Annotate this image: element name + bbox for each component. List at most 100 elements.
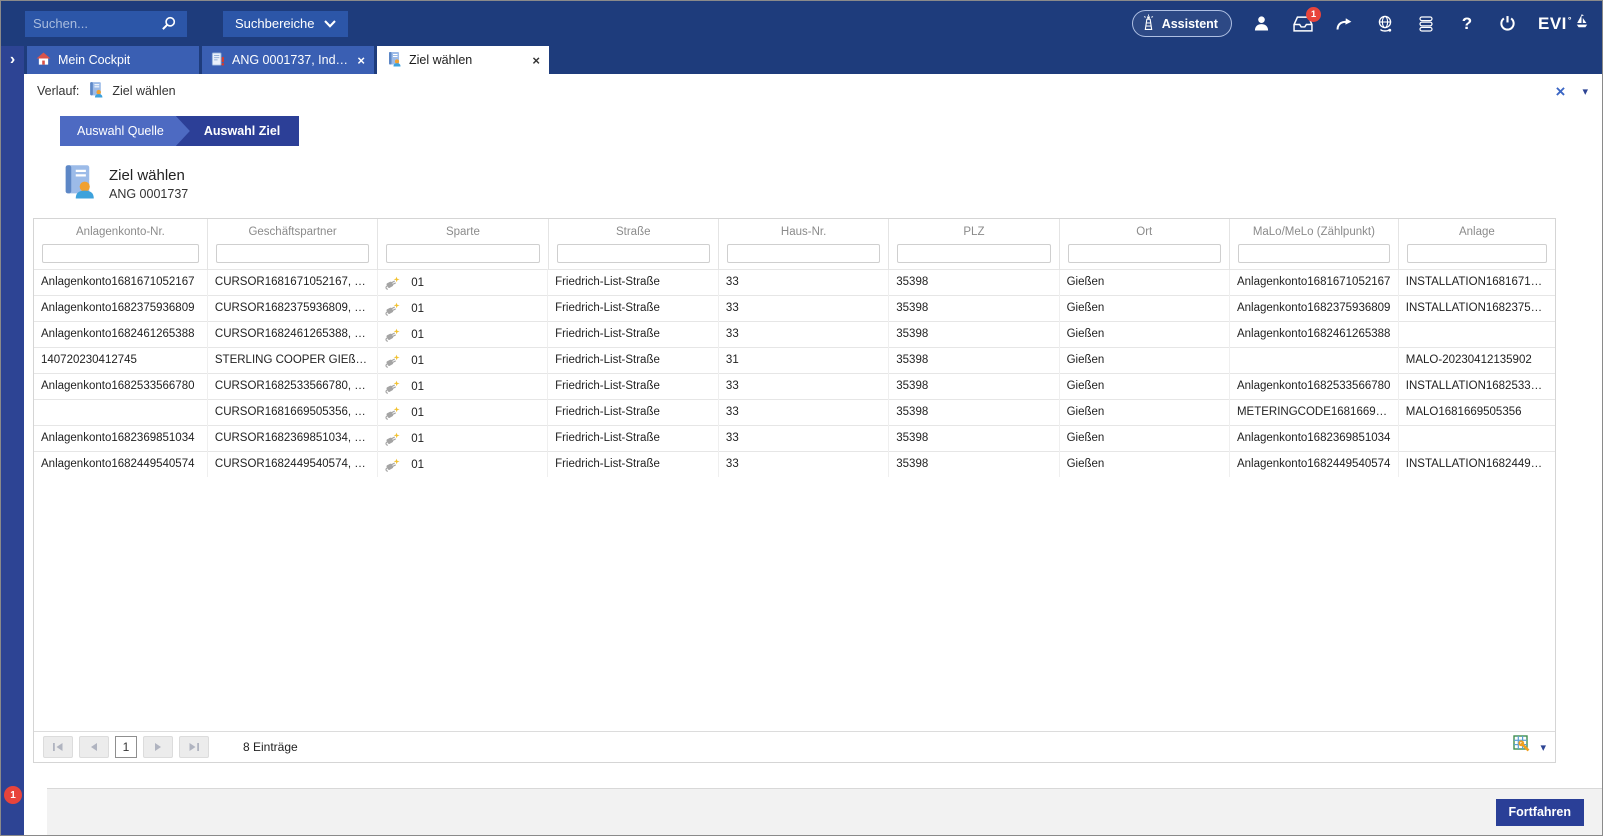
tab-bar: › Mein Cockpit ANG 0001737, Indivi... × xyxy=(1,46,1602,74)
column-header-3[interactable]: Sparte xyxy=(378,219,548,242)
table-body: Anlagenkonto1681671052167CURSOR168167105… xyxy=(34,269,1555,477)
table-cell: CURSOR1682449540574, SOFIE xyxy=(207,451,377,477)
tab-mein-cockpit[interactable]: Mein Cockpit xyxy=(27,46,199,74)
inbox-button[interactable]: 1 xyxy=(1292,13,1314,35)
table-row[interactable]: Anlagenkonto1681671052167CURSOR168167105… xyxy=(34,269,1555,295)
table-cell: Anlagenkonto1682533566780 xyxy=(1229,373,1398,399)
column-header-6[interactable]: PLZ xyxy=(889,219,1059,242)
assistent-label: Assistent xyxy=(1162,17,1218,31)
column-filter-2[interactable] xyxy=(216,244,369,263)
table-cell: Gießen xyxy=(1059,269,1229,295)
column-header-1[interactable]: Anlagenkonto-Nr. xyxy=(34,219,207,242)
next-page-button[interactable] xyxy=(143,736,173,758)
column-filter-3[interactable] xyxy=(386,244,539,263)
table-cell: CURSOR1681669505356, EVI xyxy=(207,399,377,425)
verlauf-dropdown-icon[interactable]: ▾ xyxy=(1582,85,1588,98)
table-row[interactable]: CURSOR1681669505356, EVI 01Friedrich-Lis… xyxy=(34,399,1555,425)
step-auswahl-ziel[interactable]: Auswahl Ziel xyxy=(176,116,299,146)
column-header-7[interactable]: Ort xyxy=(1059,219,1229,242)
table-row[interactable]: Anlagenkonto1682375936809CURSOR168237593… xyxy=(34,295,1555,321)
expand-sidebar-chevron[interactable]: › xyxy=(1,46,24,74)
power-logout-button[interactable] xyxy=(1497,13,1519,35)
table-cell: 01 xyxy=(378,321,548,347)
table-row[interactable]: Anlagenkonto1682449540574CURSOR168244954… xyxy=(34,451,1555,477)
column-filter-9[interactable] xyxy=(1407,244,1547,263)
book-person-icon xyxy=(60,163,96,204)
column-filter-6[interactable] xyxy=(897,244,1050,263)
globe-support-icon[interactable] xyxy=(1374,13,1396,35)
close-tab-icon[interactable]: × xyxy=(532,53,540,68)
column-header-9[interactable]: Anlage xyxy=(1398,219,1555,242)
column-filter-5[interactable] xyxy=(727,244,880,263)
table-cell: 33 xyxy=(718,451,888,477)
table-row[interactable]: Anlagenkonto1682533566780CURSOR168253356… xyxy=(34,373,1555,399)
column-header-4[interactable]: Straße xyxy=(548,219,718,242)
tab-ang-0001737[interactable]: ANG 0001737, Indivi... × xyxy=(202,46,374,74)
table-cell: Anlagenkonto1682369851034 xyxy=(1229,425,1398,451)
collapsed-sidebar-strip[interactable]: 1 xyxy=(1,74,24,835)
step-auswahl-quelle[interactable]: Auswahl Quelle xyxy=(60,116,190,146)
table-row[interactable]: Anlagenkonto1682369851034CURSOR168236985… xyxy=(34,425,1555,451)
export-dropdown-icon[interactable]: ▾ xyxy=(1540,741,1546,754)
table-cell: 33 xyxy=(718,425,888,451)
table-cell: Gießen xyxy=(1059,321,1229,347)
global-search-box[interactable] xyxy=(25,11,187,37)
table-cell: Friedrich-List-Straße xyxy=(548,373,718,399)
table-cell: Gießen xyxy=(1059,399,1229,425)
close-tab-icon[interactable]: × xyxy=(357,53,365,68)
topbar-actions: Assistent 1 xyxy=(1132,10,1588,37)
table-row[interactable]: 140720230412745STERLING COOPER GIEßEN 01… xyxy=(34,347,1555,373)
search-input[interactable] xyxy=(33,16,157,31)
main-content: Verlauf: Ziel wählen × ▾ Auswahl Quelle xyxy=(24,74,1602,835)
verlauf-label: Verlauf: xyxy=(37,84,79,98)
home-icon xyxy=(36,52,51,68)
table-cell: Friedrich-List-Straße xyxy=(548,295,718,321)
action-footer: Fortfahren xyxy=(47,788,1602,835)
verlauf-bar: Verlauf: Ziel wählen × ▾ xyxy=(24,74,1602,104)
table-cell: 140720230412745 xyxy=(34,347,207,373)
suchbereiche-label: Suchbereiche xyxy=(235,16,315,31)
evi-logo: EVI° xyxy=(1538,14,1588,34)
verlauf-current-item[interactable]: Ziel wählen xyxy=(112,84,175,98)
table-cell: 33 xyxy=(718,269,888,295)
tab-label: Ziel wählen xyxy=(409,53,472,67)
column-filter-7[interactable] xyxy=(1068,244,1221,263)
table-row[interactable]: Anlagenkonto1682461265388CURSOR168246126… xyxy=(34,321,1555,347)
prev-page-button[interactable] xyxy=(79,736,109,758)
database-icon[interactable] xyxy=(1415,13,1437,35)
grid-empty-area xyxy=(34,477,1555,731)
column-filter-8[interactable] xyxy=(1238,244,1390,263)
table-cell: 01 xyxy=(378,295,548,321)
table-settings-icon[interactable] xyxy=(1513,735,1532,759)
entries-count-label: 8 Einträge xyxy=(243,740,298,754)
table-cell: 35398 xyxy=(889,347,1059,373)
redo-arrow-icon[interactable] xyxy=(1333,13,1355,35)
column-header-5[interactable]: Haus-Nr. xyxy=(718,219,888,242)
column-filter-1[interactable] xyxy=(42,244,199,263)
fortfahren-button[interactable]: Fortfahren xyxy=(1496,799,1585,826)
current-page-indicator[interactable]: 1 xyxy=(115,736,137,758)
help-button[interactable]: ? xyxy=(1456,13,1478,35)
search-icon[interactable] xyxy=(157,13,179,35)
suchbereiche-button[interactable]: Suchbereiche xyxy=(223,11,348,37)
tab-ziel-waehlen[interactable]: Ziel wählen × xyxy=(377,46,549,74)
last-page-button[interactable] xyxy=(179,736,209,758)
table-cell: 35398 xyxy=(889,295,1059,321)
table-cell: Anlagenkonto1682369851034 xyxy=(34,425,207,451)
table-cell: 35398 xyxy=(889,321,1059,347)
table-cell: Friedrich-List-Straße xyxy=(548,347,718,373)
table-cell: CURSOR1682461265388, EVI xyxy=(207,321,377,347)
table-cell: 33 xyxy=(718,399,888,425)
sparte-electricity-icon xyxy=(385,458,400,472)
assistent-button[interactable]: Assistent xyxy=(1132,10,1232,37)
user-profile-button[interactable] xyxy=(1251,13,1273,35)
column-filter-4[interactable] xyxy=(557,244,710,263)
table-cell: 35398 xyxy=(889,373,1059,399)
table-cell: 01 xyxy=(378,269,548,295)
table-cell: Friedrich-List-Straße xyxy=(548,451,718,477)
first-page-button[interactable] xyxy=(43,736,73,758)
column-header-8[interactable]: MaLo/MeLo (Zählpunkt) xyxy=(1229,219,1398,242)
column-header-2[interactable]: Geschäftspartner xyxy=(207,219,377,242)
close-view-icon[interactable]: × xyxy=(1556,83,1566,100)
lighthouse-icon xyxy=(1142,14,1155,34)
